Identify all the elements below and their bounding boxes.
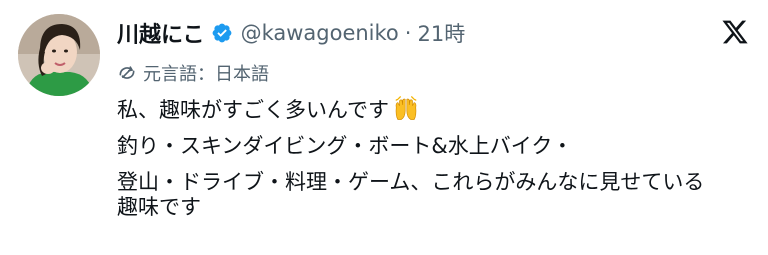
post-line-4: 趣味です: [117, 195, 201, 219]
post-line-3: 登山・ドライブ・料理・ゲーム、これらがみんなに見せている: [117, 170, 705, 194]
post-body: 私、趣味がすごく多いんです 釣り・スキンダイビング・ボート&水上バイク・ 登山・…: [117, 96, 757, 220]
x-logo-icon[interactable]: [720, 18, 750, 46]
avatar-image: [18, 14, 100, 96]
post-line-1-text: 私、趣味がすごく多いんです: [117, 98, 389, 122]
post-line-2: 釣り・スキンダイビング・ボート&水上バイク・: [117, 134, 573, 158]
post-time[interactable]: 21時: [417, 18, 465, 48]
raised-hands-emoji: [395, 96, 417, 120]
verified-badge-icon: [212, 23, 231, 43]
post-header: 川越にこ @kawagoeniko · 21時: [117, 16, 465, 50]
avatar[interactable]: [18, 14, 100, 96]
post-line-1: 私、趣味がすごく多いんです: [117, 96, 757, 123]
separator-dot: ·: [404, 21, 412, 45]
user-handle[interactable]: @kawagoeniko: [241, 21, 399, 45]
translation-note[interactable]: 元言語：日本語: [117, 60, 269, 86]
post-card: 川越にこ @kawagoeniko · 21時 元言語：日本語 私、趣味がすごく…: [0, 0, 768, 255]
display-name[interactable]: 川越にこ: [117, 17, 205, 49]
translation-label: 元言語：日本語: [143, 64, 269, 85]
translate-icon: [119, 66, 135, 79]
